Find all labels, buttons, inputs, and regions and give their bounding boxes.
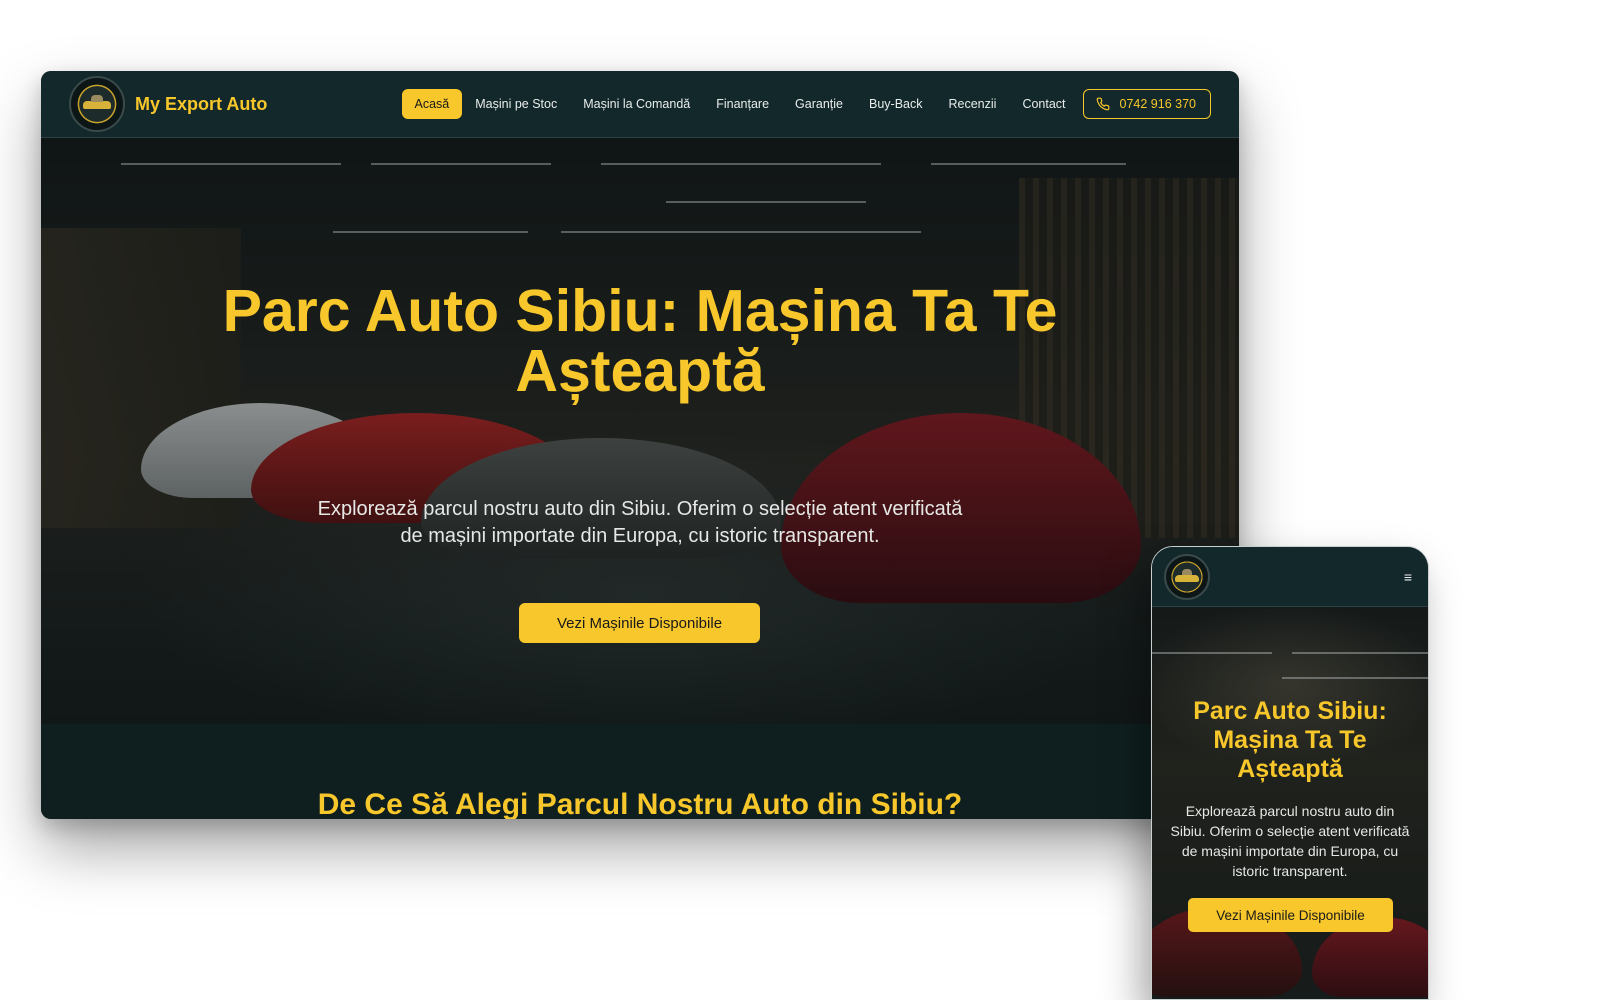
hamburger-icon[interactable]: ≡ [1404,569,1412,585]
view-cars-button[interactable]: Vezi Mașinile Disponibile [1188,898,1393,932]
section-title: De Ce Să Alegi Parcul Nostru Auto din Si… [317,788,963,819]
nav-item-recenzii[interactable]: Recenzii [936,89,1010,119]
view-cars-button[interactable]: Vezi Mașinile Disponibile [519,603,760,643]
nav-item-acasa[interactable]: Acasă [401,89,463,119]
nav-menu: Acasă Mașini pe Stoc Mașini la Comandă F… [401,89,1211,119]
nav-item-masini-la-comanda[interactable]: Mașini la Comandă [570,89,703,119]
phone-icon [1096,97,1109,111]
phone-number: 0742 916 370 [1119,97,1196,111]
desktop-hero: Parc Auto Sibiu: Mașina Ta Te Așteaptă E… [41,138,1239,724]
hero-title: Parc Auto Sibiu: Mașina Ta Te Așteaptă [222,278,1058,404]
mobile-navbar: ≡ [1152,547,1428,607]
desktop-navbar: My Export Auto Acasă Mașini pe Stoc Mași… [41,71,1239,138]
nav-item-buy-back[interactable]: Buy-Back [856,89,936,119]
brand-name[interactable]: My Export Auto [135,94,267,115]
hero-subtitle: Explorează parcul nostru auto din Sibiu.… [317,498,963,547]
mobile-hero: Parc Auto Sibiu: Mașina Ta Te Așteaptă E… [1152,607,1428,999]
nav-item-masini-pe-stoc[interactable]: Mașini pe Stoc [462,89,570,119]
nav-item-contact[interactable]: Contact [1009,89,1078,119]
why-choose-section: De Ce Să Alegi Parcul Nostru Auto din Si… [41,724,1239,819]
desktop-mockup: My Export Auto Acasă Mașini pe Stoc Mași… [41,71,1239,819]
phone-button[interactable]: 0742 916 370 [1082,89,1211,119]
hero-subtitle: Explorează parcul nostru auto din Sibiu.… [1170,803,1410,879]
logo-emblem-icon[interactable] [69,76,125,132]
nav-item-garantie[interactable]: Garanție [782,89,856,119]
mobile-mockup: ≡ Parc Auto Sibiu: Mașina Ta Te Așteaptă… [1151,546,1429,1000]
nav-item-finantare[interactable]: Finanțare [703,89,782,119]
hero-title: Parc Auto Sibiu: Mașina Ta Te Așteaptă [1193,697,1387,783]
logo-emblem-icon[interactable] [1164,553,1210,600]
